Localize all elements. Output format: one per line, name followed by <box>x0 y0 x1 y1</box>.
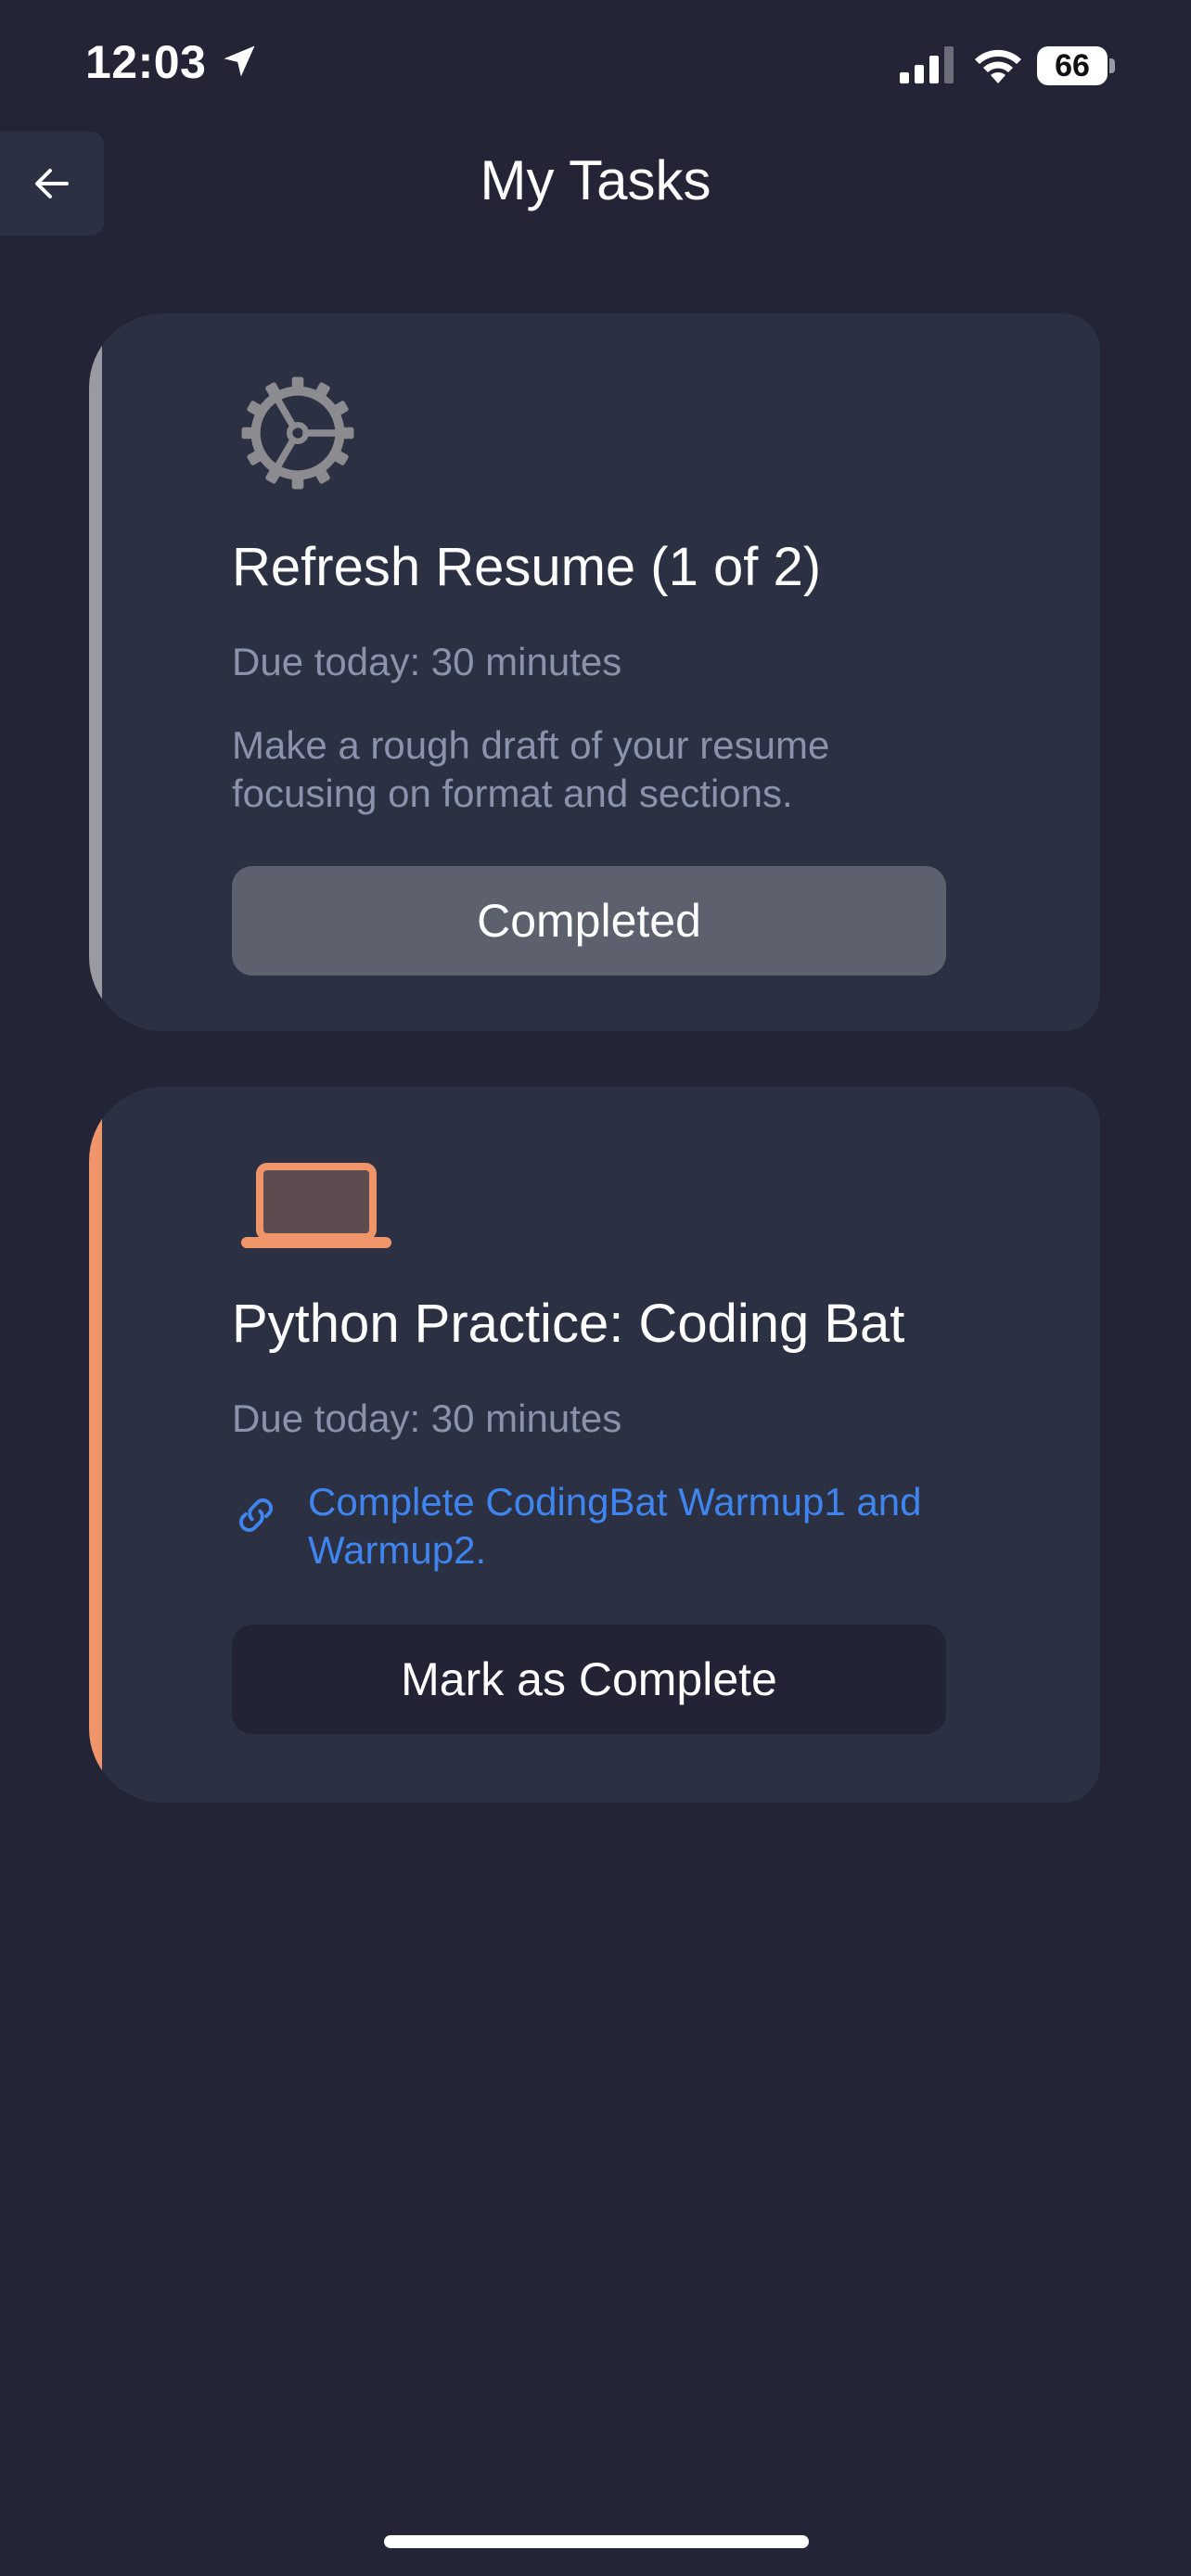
task-card: Python Practice: Coding Bat Due today: 3… <box>89 1087 1100 1803</box>
mark-as-complete-button[interactable]: Mark as Complete <box>232 1625 946 1734</box>
wifi-icon <box>975 49 1021 83</box>
task-title: Refresh Resume (1 of 2) <box>232 537 822 597</box>
page-title: My Tasks <box>480 149 711 211</box>
link-icon <box>239 1498 273 1532</box>
location-arrow-icon <box>224 45 255 77</box>
gear-icon <box>241 376 354 490</box>
home-indicator <box>384 2535 809 2548</box>
status-bar: 12:03 66 <box>0 0 1191 130</box>
task-title: Python Practice: Coding Bat <box>232 1294 905 1354</box>
battery-icon: 66 <box>1037 46 1108 85</box>
task-link[interactable]: Complete CodingBat Warmup1 and Warmup2. <box>232 1478 937 1575</box>
battery-tip <box>1109 58 1115 73</box>
cellular-signal-icon <box>900 46 954 83</box>
laptop-icon <box>241 1163 391 1248</box>
status-time: 12:03 <box>85 36 207 88</box>
completed-button[interactable]: Completed <box>232 866 946 976</box>
task-description: Make a rough draft of your resume focusi… <box>232 723 830 815</box>
task-link-text[interactable]: Complete CodingBat Warmup1 and Warmup2. <box>308 1478 937 1575</box>
task-due: Due today: 30 minutes <box>232 640 622 683</box>
task-card: Refresh Resume (1 of 2) Due today: 30 mi… <box>89 313 1100 1031</box>
task-due: Due today: 30 minutes <box>232 1396 622 1440</box>
